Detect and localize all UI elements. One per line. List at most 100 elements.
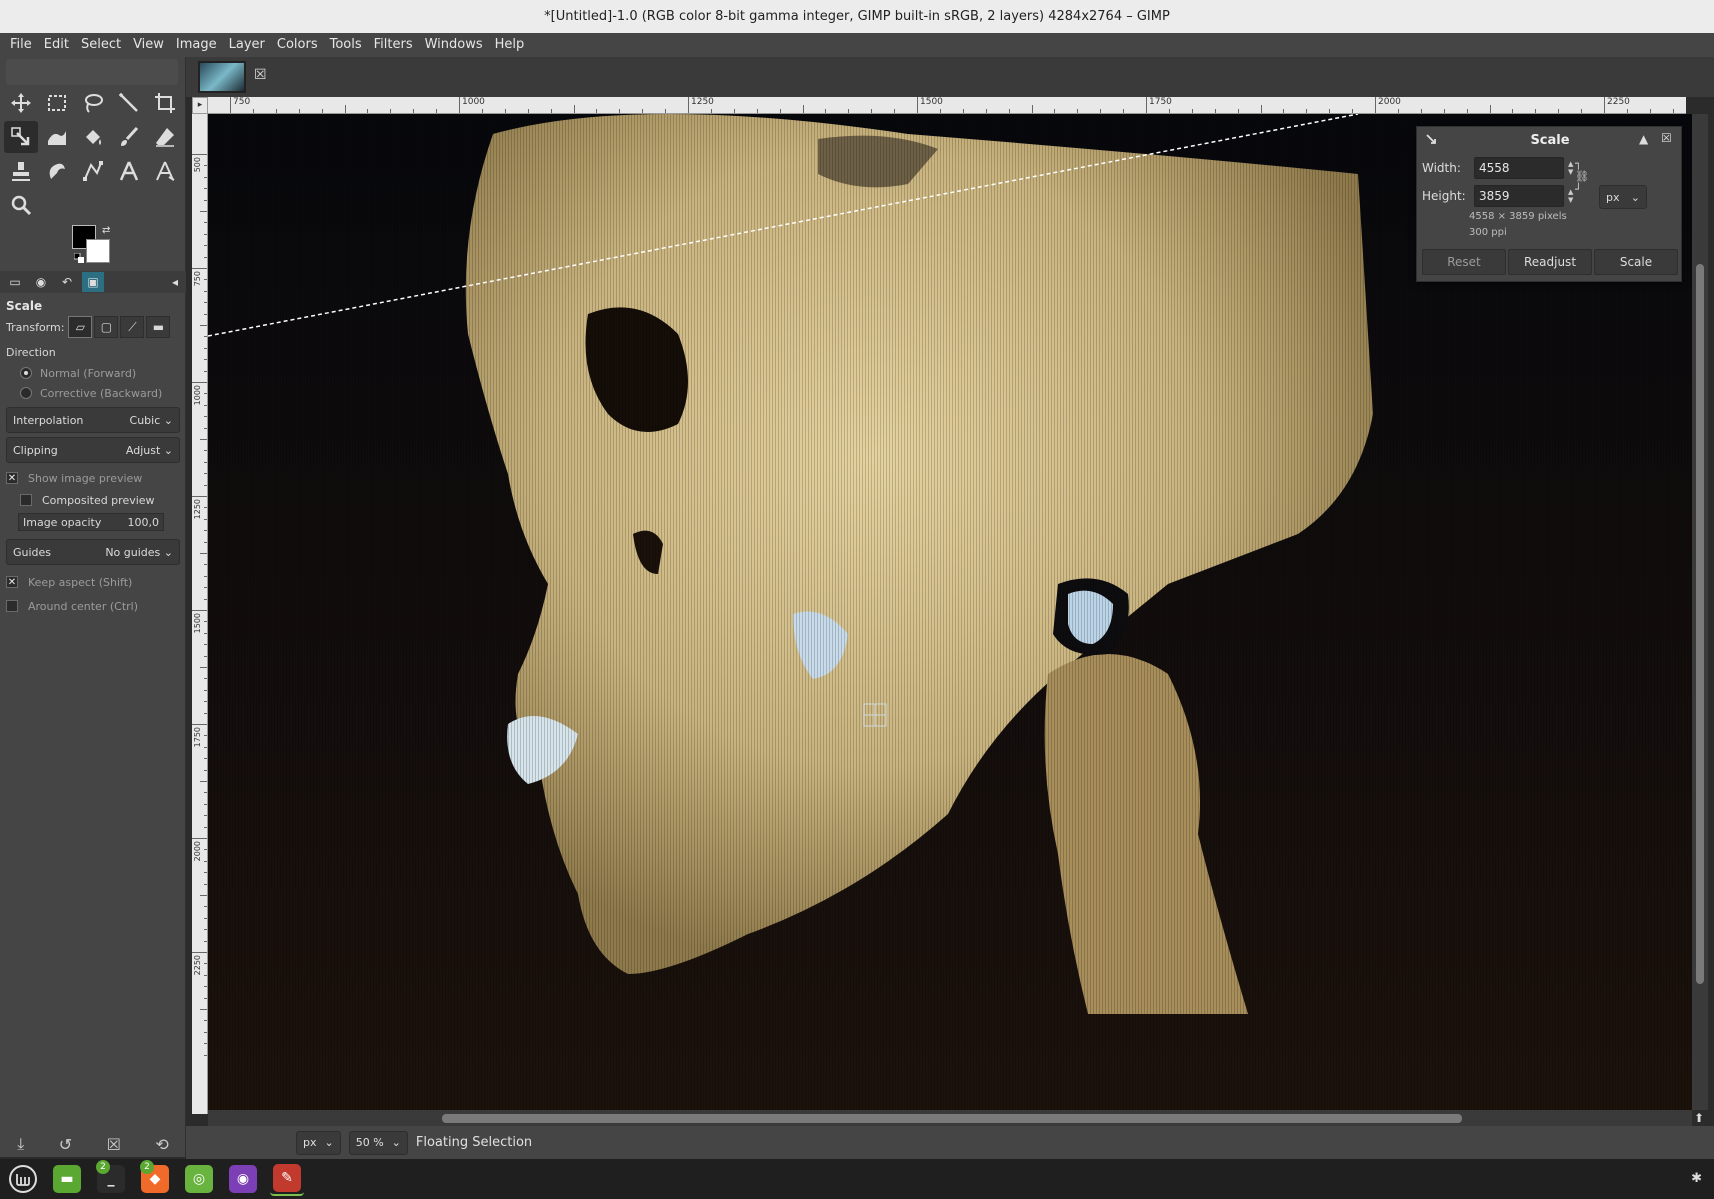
- ruler-minor-tick: [1306, 109, 1308, 113]
- rect-select-tool-icon[interactable]: [40, 87, 74, 119]
- taskbar-files-button[interactable]: ▬: [50, 1162, 84, 1196]
- width-spin-icon[interactable]: ▲ ▼: [1568, 160, 1573, 176]
- free-select-tool-icon[interactable]: [76, 87, 110, 119]
- guides-combo[interactable]: Guides No guides ⌄: [6, 539, 180, 565]
- direction-corrective-radio[interactable]: [20, 387, 32, 399]
- eraser-tool-icon[interactable]: [148, 121, 182, 153]
- show-preview-checkbox[interactable]: ✕: [6, 472, 18, 484]
- menu-view[interactable]: View: [127, 33, 170, 57]
- zoom-selector[interactable]: 50 % ⌄: [348, 1130, 408, 1155]
- clipping-combo[interactable]: Clipping Adjust ⌄: [6, 437, 180, 463]
- menu-windows[interactable]: Windows: [419, 33, 489, 57]
- start-menu-button[interactable]: [6, 1162, 40, 1196]
- direction-normal-radio[interactable]: [20, 367, 32, 379]
- height-field[interactable]: 3859: [1474, 185, 1564, 207]
- taskbar-tor-button[interactable]: ◉: [226, 1162, 260, 1196]
- horizontal-ruler[interactable]: 7501000125015001750200022502500275030003…: [208, 97, 1686, 114]
- ruler-minor-tick: [939, 109, 941, 113]
- files-icon: ▬: [53, 1165, 81, 1193]
- menu-filters[interactable]: Filters: [368, 33, 419, 57]
- vertical-scrollbar-thumb[interactable]: [1696, 264, 1704, 984]
- scale-tool-icon[interactable]: [4, 121, 38, 153]
- composited-preview-checkbox[interactable]: [20, 494, 32, 506]
- image-tab-thumbnail[interactable]: [198, 61, 246, 93]
- close-icon[interactable]: ☒: [1661, 131, 1672, 145]
- around-center-checkbox[interactable]: [6, 600, 18, 612]
- taskbar-brave-button[interactable]: ◆ 2: [138, 1160, 172, 1196]
- menu-tools[interactable]: Tools: [324, 33, 368, 57]
- color-picker-tool-icon[interactable]: [148, 155, 182, 187]
- ruler-minor-tick: [596, 109, 598, 113]
- transform-path-icon[interactable]: ⟋: [120, 316, 145, 338]
- transform-image-icon[interactable]: ▬: [146, 316, 171, 338]
- menu-edit[interactable]: Edit: [38, 33, 75, 57]
- menu-select[interactable]: Select: [75, 33, 127, 57]
- move-tool-icon[interactable]: [4, 87, 38, 119]
- reset-colors-icon[interactable]: [74, 253, 84, 263]
- ruler-minor-tick: [367, 109, 369, 113]
- taskbar-terminal-button[interactable]: _ 2: [94, 1160, 128, 1196]
- paintbrush-tool-icon[interactable]: [112, 121, 146, 153]
- save-options-icon[interactable]: ⤓: [17, 1134, 24, 1154]
- width-field[interactable]: 4558: [1474, 157, 1564, 179]
- clone-tool-icon[interactable]: [4, 155, 38, 187]
- keep-aspect-checkbox[interactable]: ✕: [6, 576, 18, 588]
- scale-button[interactable]: Scale: [1594, 249, 1678, 275]
- ruler-corner[interactable]: ▸: [192, 97, 208, 114]
- horizontal-scrollbar-thumb[interactable]: [442, 1114, 1462, 1123]
- chain-link-icon[interactable]: ┐ ⛓ ┘: [1575, 157, 1589, 201]
- undo-history-tab-icon[interactable]: ↶: [56, 272, 78, 292]
- restore-options-icon[interactable]: ↺: [59, 1135, 72, 1154]
- image-opacity-slider[interactable]: Image opacity 100,0: [18, 513, 164, 531]
- interpolation-combo[interactable]: Interpolation Cubic ⌄: [6, 407, 180, 433]
- menu-image[interactable]: Image: [170, 33, 223, 57]
- zoom-tool-icon[interactable]: [4, 189, 38, 221]
- taskbar-apps: ▬ _ 2 ◆ 2 ◎ ◉ ✎: [50, 1160, 304, 1196]
- navigate-icon[interactable]: ⬆: [1694, 1111, 1708, 1125]
- image-opacity-label: Image opacity: [23, 515, 102, 529]
- warp-tool-icon[interactable]: [40, 121, 74, 153]
- keep-aspect-label: Keep aspect (Shift): [28, 575, 133, 589]
- menu-layer[interactable]: Layer: [223, 33, 271, 57]
- unit-combo[interactable]: px ⌄: [1599, 185, 1647, 209]
- tool-options-tab-icon[interactable]: ▭: [4, 272, 26, 292]
- ruler-major-tick: [192, 496, 207, 497]
- horizontal-scrollbar[interactable]: [208, 1110, 1692, 1126]
- taskbar-gimp-button[interactable]: ✎: [270, 1162, 304, 1196]
- swap-colors-icon[interactable]: ⇄: [102, 225, 110, 236]
- text-tool-icon[interactable]: [112, 155, 146, 187]
- delete-options-icon[interactable]: ☒: [107, 1135, 121, 1154]
- device-status-tab-icon[interactable]: ◉: [30, 272, 52, 292]
- unit-selector[interactable]: px ⌄: [296, 1130, 341, 1155]
- reset-button[interactable]: Reset: [1422, 249, 1506, 275]
- menu-file[interactable]: File: [4, 33, 38, 57]
- ruler-major-tick: [1375, 97, 1376, 113]
- readjust-button[interactable]: Readjust: [1508, 249, 1592, 275]
- fuzzy-select-tool-icon[interactable]: [112, 87, 146, 119]
- close-icon[interactable]: ☒: [254, 67, 267, 83]
- ruler-minor-tick: [200, 895, 207, 896]
- vertical-scrollbar[interactable]: [1692, 114, 1708, 1110]
- pin-icon[interactable]: ▲: [1639, 132, 1648, 146]
- height-spin-icon[interactable]: ▲ ▼: [1568, 188, 1573, 204]
- transform-selection-icon[interactable]: ▢: [94, 316, 119, 338]
- taskbar-mintupdate-button[interactable]: ◎: [182, 1162, 216, 1196]
- scale-dialog-header[interactable]: Scale ▲ ☒: [1417, 127, 1683, 153]
- ruler-minor-tick: [200, 325, 207, 326]
- paths-tool-icon[interactable]: [76, 155, 110, 187]
- images-tab-icon[interactable]: ▣: [82, 272, 104, 292]
- transform-layer-icon[interactable]: ▱: [68, 316, 93, 338]
- bluetooth-icon[interactable]: ✱: [1691, 1171, 1702, 1186]
- menu-colors[interactable]: Colors: [271, 33, 324, 57]
- menu-bar: File Edit Select View Image Layer Colors…: [0, 33, 1714, 57]
- dock-menu-icon[interactable]: ◂: [164, 272, 186, 292]
- vertical-ruler[interactable]: 500 750 1000 1250 1500 1750 2000 2250: [192, 114, 208, 1114]
- bucket-fill-tool-icon[interactable]: [76, 121, 110, 153]
- smudge-tool-icon[interactable]: [40, 155, 74, 187]
- crop-tool-icon[interactable]: [148, 87, 182, 119]
- reset-options-icon[interactable]: ⟲: [155, 1135, 168, 1154]
- interpolation-label: Interpolation: [13, 413, 84, 427]
- background-color[interactable]: [86, 239, 110, 263]
- scale-dialog: Scale ▲ ☒ Width: 4558 ▲ ▼ Height: 3859 ▲ ▼…: [1416, 126, 1682, 282]
- menu-help[interactable]: Help: [489, 33, 531, 57]
